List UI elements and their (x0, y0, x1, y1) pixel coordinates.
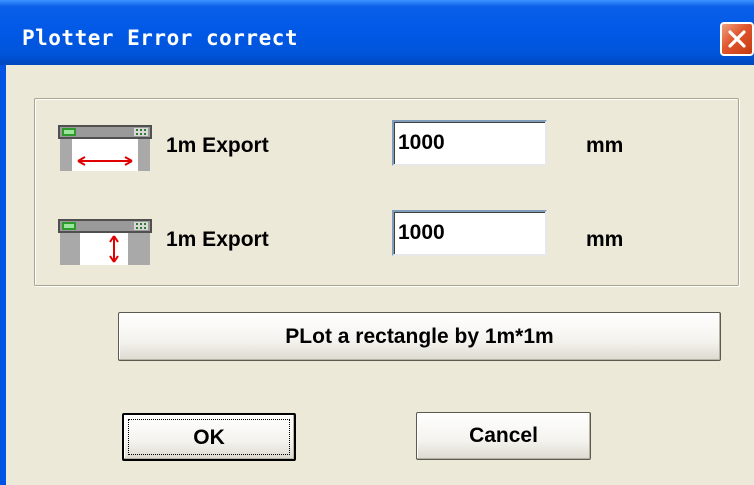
horizontal-unit-label: mm (586, 134, 624, 157)
dialog-window: Plotter Error correct 1m Export 1000 mm … (0, 0, 754, 485)
close-button[interactable] (720, 22, 754, 56)
horizontal-length-input[interactable] (392, 120, 547, 166)
dialog-body: 1m Export mm 1m Export (6, 65, 754, 485)
ok-button[interactable]: OK (122, 413, 296, 461)
close-x-icon (728, 30, 746, 48)
plotter-horizontal-measure-icon (58, 123, 152, 171)
ok-button-label: OK (193, 426, 225, 449)
horizontal-export-label: 1m Export (166, 134, 269, 157)
vertical-export-label: 1m Export (166, 228, 269, 251)
vertical-unit-label: mm (586, 228, 624, 251)
plotter-vertical-measure-icon (58, 217, 152, 265)
title-bar[interactable]: Plotter Error correct (0, 0, 754, 65)
plot-rectangle-button[interactable]: PLot a rectangle by 1m*1m (118, 312, 721, 361)
cancel-button[interactable]: Cancel (416, 412, 591, 460)
window-title: Plotter Error correct (22, 26, 299, 50)
vertical-length-input[interactable] (392, 210, 547, 256)
